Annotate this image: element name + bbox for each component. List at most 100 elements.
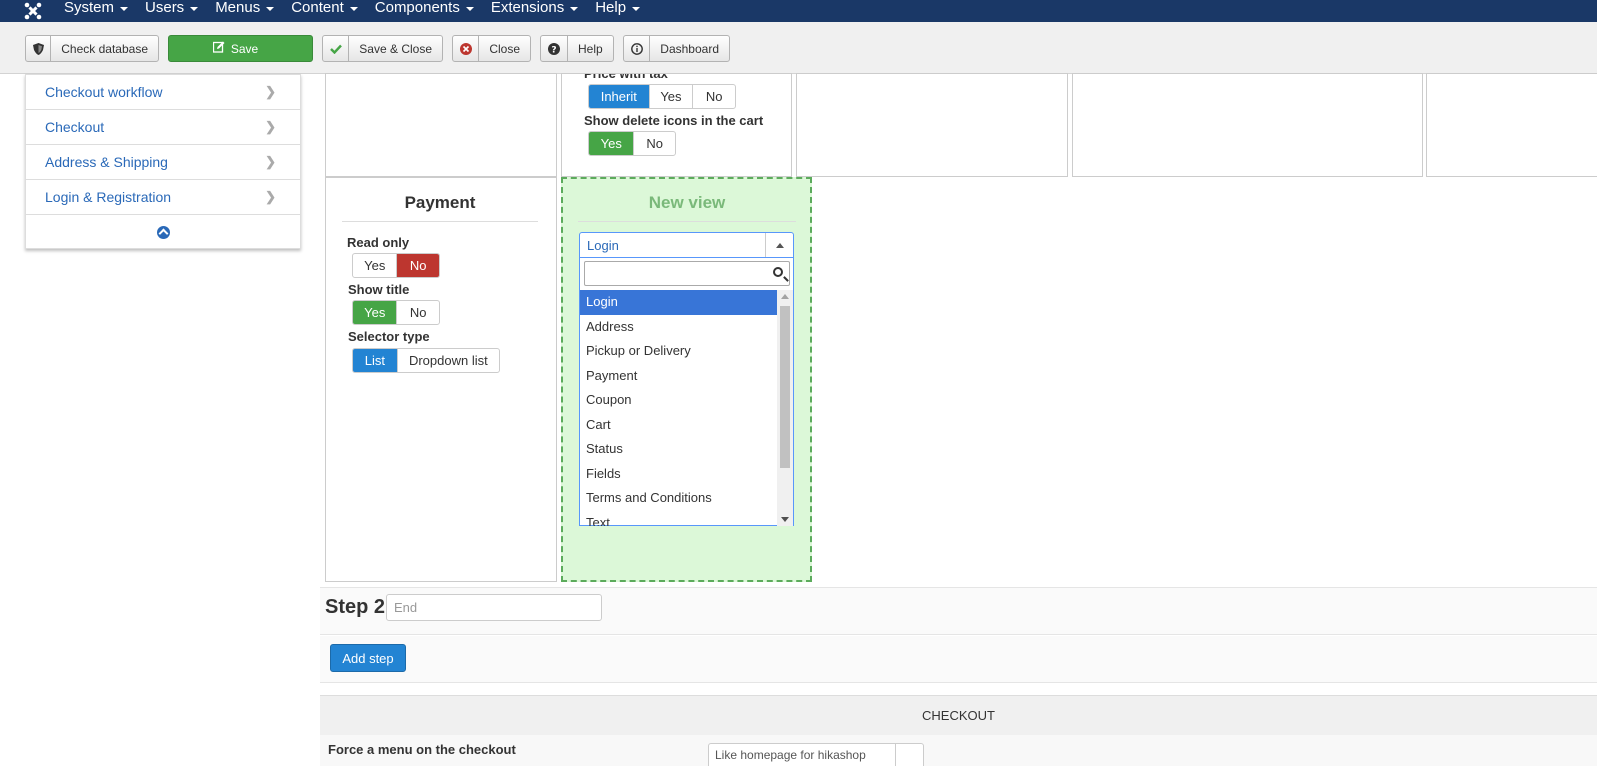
caret-down-icon [570,7,579,11]
read-only-no-option[interactable]: No [397,254,439,277]
dropdown-search-input[interactable] [584,261,790,286]
dropdown-option-login[interactable]: Login [580,290,778,315]
show-delete-icons-label: Show delete icons in the cart [584,113,764,128]
read-only-yes-option[interactable]: Yes [353,254,398,277]
scroll-down-arrow-icon[interactable] [781,517,789,522]
sidebar-item-address-shipping[interactable]: Address & Shipping ❯ [26,145,300,180]
save-label: Save [230,41,259,56]
check-database-button[interactable]: Check database [25,35,159,62]
step-2-name-input[interactable]: End [386,594,602,621]
dropdown-option-fields[interactable]: Fields [580,462,778,487]
sidebar-item-checkout[interactable]: Checkout ❯ [26,110,300,145]
nav-help-label: Help [595,0,627,16]
selector-type-dropdown-option[interactable]: Dropdown list [398,349,499,372]
nav-content[interactable]: Content [291,0,358,22]
sidebar-item-label: Checkout [45,119,105,135]
joomla-logo-icon[interactable] [24,2,42,20]
nav-extensions[interactable]: Extensions [490,0,579,22]
search-icon [773,267,783,277]
dashboard-button[interactable]: Dashboard [623,35,730,62]
dropdown-option-text[interactable]: Text [580,511,778,527]
caret-down-icon [190,7,199,11]
sidebar-item-label: Address & Shipping [45,154,168,170]
dropdown-option-status[interactable]: Status [580,437,778,462]
save-close-label: Save & Close [359,41,432,56]
view-type-dropdown: Login Address Pickup or Delivery Payment… [579,258,794,526]
save-close-button[interactable]: Save & Close [322,35,443,62]
view-type-select[interactable]: Login [579,232,794,258]
selector-type-toggle: List Dropdown list [352,348,500,373]
price-with-tax-no-option[interactable]: No [693,85,735,108]
question-circle-icon: ? [541,36,568,61]
shield-icon [26,36,52,61]
caret-down-icon[interactable] [895,744,923,766]
nav-menus[interactable]: Menus [215,0,275,22]
price-with-tax-toggle: Inherit Yes No [588,84,736,109]
payment-title: Payment [342,193,538,222]
show-title-label: Show title [348,282,410,297]
sidebar-item-login-registration[interactable]: Login & Registration ❯ [26,180,300,215]
close-label: Close [489,41,520,56]
force-menu-select[interactable]: Like homepage for hikashop [708,743,924,766]
show-title-no-option[interactable]: No [397,301,439,324]
caret-down-icon [120,7,129,11]
nav-system[interactable]: System [64,0,129,22]
caret-up-icon[interactable] [765,233,793,257]
dropdown-option-pickup-or-delivery[interactable]: Pickup or Delivery [580,339,778,364]
chevron-right-icon: ❯ [265,154,276,169]
nav-users-label: Users [145,0,185,16]
check-icon [323,36,350,61]
dropdown-option-cart[interactable]: Cart [580,413,778,438]
scroll-up-arrow-icon[interactable] [781,294,789,299]
chevron-up-circle-icon [156,225,170,239]
checkout-section-body: Force a menu on the checkout Like homepa… [320,735,1597,766]
nav-content-label: Content [291,0,344,16]
show-title-yes-option[interactable]: Yes [353,301,398,324]
save-button[interactable]: Save [168,35,313,62]
nav-menus-label: Menus [215,0,261,16]
nav-system-label: System [64,0,115,16]
price-with-tax-label: Price with tax [584,73,668,81]
close-button[interactable]: Close [452,35,531,62]
show-delete-no-option[interactable]: No [634,132,675,155]
caret-down-icon [465,7,474,11]
price-with-tax-inherit-option[interactable]: Inherit [589,85,650,108]
nav-users[interactable]: Users [145,0,199,22]
top-navbar: System Users Menus Content Components Ex… [0,0,1597,22]
step-2-label: Step 2 [325,596,386,618]
caret-down-icon [632,7,641,11]
dropdown-scrollbar[interactable] [777,290,793,526]
show-title-toggle: Yes No [352,300,440,325]
dropdown-option-coupon[interactable]: Coupon [580,388,778,413]
add-step-row: Add step [320,636,1597,683]
view-cell-empty [796,73,1068,177]
force-menu-value: Like homepage for hikashop [715,748,866,762]
nav-extensions-label: Extensions [490,0,565,16]
caret-down-icon [349,7,358,11]
dropdown-option-payment[interactable]: Payment [580,364,778,389]
view-cell-empty [325,73,557,177]
checkout-sidebar: Checkout workflow ❯ Checkout ❯ Address & S… [25,74,301,249]
sidebar-collapse-button[interactable] [26,215,300,249]
sidebar-item-checkout-workflow[interactable]: Checkout workflow ❯ [26,75,300,110]
dropdown-option-terms-and-conditions[interactable]: Terms and Conditions [580,486,778,511]
caret-down-icon [266,7,275,11]
chevron-right-icon: ❯ [265,189,276,204]
scrollbar-thumb[interactable] [780,306,790,468]
selector-type-list-option[interactable]: List [353,349,398,372]
nav-help[interactable]: Help [595,0,641,22]
sidebar-item-label: Login & Registration [45,189,172,205]
show-delete-icons-toggle: Yes No [588,131,676,156]
help-button[interactable]: ? Help [540,35,614,62]
close-circle-icon [453,36,480,61]
sidebar-item-label: Checkout workflow [45,84,163,100]
dropdown-option-address[interactable]: Address [580,315,778,340]
price-with-tax-yes-option[interactable]: Yes [650,85,694,108]
show-delete-yes-option[interactable]: Yes [589,132,635,155]
nav-components-label: Components [374,0,460,16]
nav-components[interactable]: Components [375,0,474,22]
view-cell-cart: Price with tax Inherit Yes No Show delet… [561,73,792,177]
add-step-button[interactable]: Add step [330,644,406,672]
selector-type-label: Selector type [348,329,430,344]
checkout-section-title: CHECKOUT [922,708,995,723]
